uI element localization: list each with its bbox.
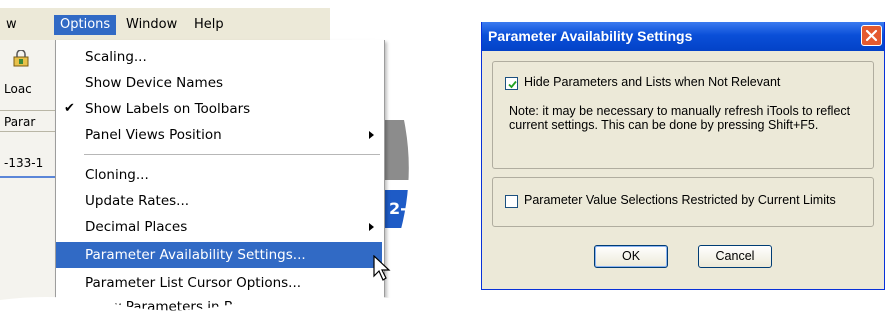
menu-item-label: Decimal Places bbox=[85, 219, 188, 235]
restrict-values-label[interactable]: Parameter Value Selections Restricted by… bbox=[524, 193, 836, 207]
restrict-values-checkbox[interactable] bbox=[505, 195, 518, 208]
hide-params-group: Hide Parameters and Lists when Not Relev… bbox=[492, 61, 874, 169]
menu-item-scaling[interactable]: Scaling... bbox=[56, 44, 382, 70]
submenu-arrow-icon bbox=[369, 131, 374, 139]
divider bbox=[0, 176, 60, 178]
menu-item-show-device-names[interactable]: Show Device Names bbox=[56, 70, 382, 96]
background-selected-panel: 2- bbox=[383, 190, 420, 228]
menu-item-cloning[interactable]: Cloning... bbox=[56, 162, 382, 188]
close-button[interactable] bbox=[861, 25, 882, 46]
menu-item-label: Panel Views Position bbox=[85, 127, 222, 143]
menu-item-panel-views-position[interactable]: Panel Views Position bbox=[56, 122, 382, 148]
menu-separator bbox=[84, 154, 380, 155]
parameter-availability-dialog: Parameter Availability Settings Hide Par… bbox=[481, 22, 885, 290]
menu-help[interactable]: Help bbox=[188, 15, 230, 35]
menu-item-label: Show Labels on Toolbars bbox=[85, 101, 251, 117]
load-icon[interactable] bbox=[12, 50, 30, 68]
dialog-titlebar[interactable]: Parameter Availability Settings bbox=[482, 22, 884, 51]
instrument-id-label: -133-1 bbox=[4, 156, 44, 170]
menu-item-parameter-list-cursor-options[interactable]: Parameter List Cursor Options... bbox=[56, 270, 382, 296]
menu-item-show-labels-on-toolbars[interactable]: ✔ Show Labels on Toolbars bbox=[56, 96, 382, 122]
menubar: w Options Window Help bbox=[0, 8, 330, 41]
ok-button[interactable]: OK bbox=[594, 245, 668, 268]
cancel-button[interactable]: Cancel bbox=[698, 245, 772, 268]
dialog-title: Parameter Availability Settings bbox=[488, 28, 693, 44]
restrict-values-group: Parameter Value Selections Restricted by… bbox=[492, 177, 874, 227]
menu-item-label: Show Parameters in Browse/Find W bbox=[85, 299, 323, 315]
mouse-cursor-icon bbox=[373, 255, 391, 281]
menu-item-label: Cloning... bbox=[85, 167, 149, 183]
hide-params-label[interactable]: Hide Parameters and Lists when Not Relev… bbox=[524, 75, 780, 89]
load-toolbar-label[interactable]: Loac bbox=[0, 78, 60, 100]
menu-options[interactable]: Options bbox=[54, 15, 117, 35]
checkmark-icon: ✔ bbox=[64, 101, 75, 116]
app-window-fragment: w Options Window Help Loac Parar -133-1 … bbox=[0, 0, 420, 315]
close-icon bbox=[865, 29, 878, 42]
hide-params-checkbox[interactable] bbox=[505, 77, 518, 90]
menu-item-label: Update Rates... bbox=[85, 193, 190, 209]
menu-item-label: Scaling... bbox=[85, 49, 147, 65]
menu-item-parameter-availability-settings[interactable]: Parameter Availability Settings... bbox=[56, 242, 382, 268]
options-dropdown-menu: Scaling... Show Device Names ✔ Show Labe… bbox=[55, 40, 385, 315]
background-panel bbox=[383, 120, 420, 180]
menu-window[interactable]: Window bbox=[120, 15, 183, 35]
menu-item-label: Show Device Names bbox=[85, 75, 224, 91]
menu-item-label: Parameter Availability Settings... bbox=[85, 247, 306, 263]
note-text: Note: it may be necessary to manually re… bbox=[509, 104, 851, 132]
param-toolbar-label[interactable]: Parar bbox=[0, 110, 60, 132]
menu-item-decimal-places[interactable]: Decimal Places bbox=[56, 214, 382, 240]
menu-item-update-rates[interactable]: Update Rates... bbox=[56, 188, 382, 214]
submenu-arrow-icon bbox=[369, 223, 374, 231]
menu-item-show-parameters-in-browse[interactable]: Show Parameters in Browse/Find W bbox=[56, 294, 382, 315]
checkmark-icon bbox=[508, 80, 517, 89]
app-toolbar-area: Loac Parar -133-1 bbox=[0, 40, 60, 310]
menu-item-label: Parameter List Cursor Options... bbox=[85, 275, 302, 291]
menu-view[interactable]: w bbox=[0, 15, 23, 35]
